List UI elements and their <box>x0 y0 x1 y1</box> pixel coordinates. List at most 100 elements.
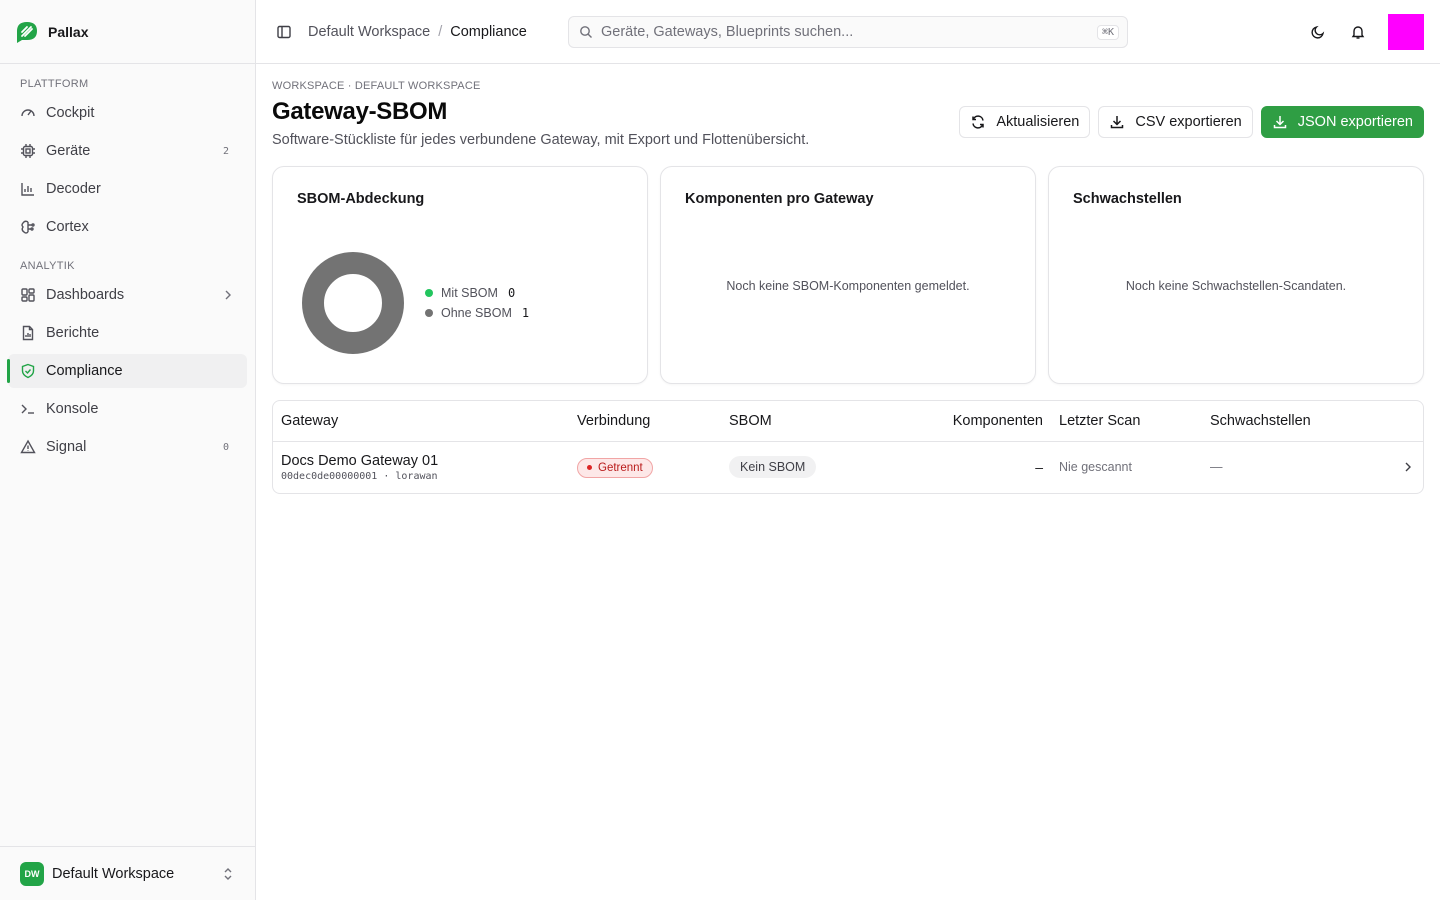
report-icon <box>20 325 36 341</box>
gateway-table: Gateway Verbindung SBOM Komponenten Letz… <box>272 400 1424 494</box>
download-icon <box>1109 114 1125 130</box>
sbom-badge: Kein SBOM <box>729 456 817 479</box>
sidebar: Pallax PLATTFORM Cockpit Geräte 2 Decode… <box>0 0 256 900</box>
cell-sbom: Kein SBOM <box>721 441 861 493</box>
search-icon <box>579 25 593 39</box>
column-header-letzter-scan[interactable]: Letzter Scan <box>1051 401 1202 442</box>
card-title: Schwachstellen <box>1073 191 1182 207</box>
csv-export-button[interactable]: CSV exportieren <box>1098 106 1253 138</box>
sidebar-item-konsole[interactable]: Konsole <box>8 392 247 426</box>
search-shortcut: ⌘K <box>1096 24 1119 40</box>
csv-export-button-label: CSV exportieren <box>1135 114 1242 130</box>
sidebar-item-signal[interactable]: Signal 0 <box>8 430 247 464</box>
sidebar-nav: PLATTFORM Cockpit Geräte 2 Decoder Corte… <box>0 64 255 846</box>
cell-gateway: Docs Demo Gateway 01 00dec0de00000001 · … <box>273 441 569 493</box>
legend-value: 1 <box>521 306 530 320</box>
vulnerabilities-card: Schwachstellen Noch keine Schwachstellen… <box>1048 166 1424 384</box>
column-header-sbom[interactable]: SBOM <box>721 401 861 442</box>
pallax-logo-icon <box>14 19 40 45</box>
layout-icon <box>20 287 36 303</box>
legend-dot-green <box>425 289 433 297</box>
page-content: WORKSPACE · DEFAULT WORKSPACE Gateway-SB… <box>256 64 1440 510</box>
sidebar-item-label: Signal <box>46 439 87 455</box>
refresh-button[interactable]: Aktualisieren <box>959 106 1091 138</box>
sidebar-item-cortex[interactable]: Cortex <box>8 210 247 244</box>
breadcrumb-separator: / <box>438 23 443 40</box>
terminal-icon <box>20 401 36 417</box>
main-area: Default Workspace / Compliance ⌘K <box>256 0 1440 900</box>
cell-row-action <box>1382 441 1423 493</box>
chip-icon <box>20 143 36 159</box>
top-actions <box>1308 14 1424 50</box>
sidebar-toggle-icon[interactable] <box>274 22 294 42</box>
sidebar-item-cockpit[interactable]: Cockpit <box>8 96 247 130</box>
user-avatar[interactable] <box>1388 14 1424 50</box>
coverage-legend: Mit SBOM 0 Ohne SBOM 1 <box>425 286 529 320</box>
donut-segment-ohne-sbom <box>302 252 404 354</box>
nav-group-plattform: PLATTFORM <box>20 78 89 90</box>
column-header-actions <box>1382 401 1423 442</box>
brand[interactable]: Pallax <box>0 0 255 64</box>
sidebar-item-label: Berichte <box>46 325 100 341</box>
cell-last-scan: Nie gescannt <box>1059 460 1132 475</box>
components-card: Komponenten pro Gateway Noch keine SBOM-… <box>660 166 1036 384</box>
topbar: Default Workspace / Compliance ⌘K <box>256 0 1440 64</box>
column-header-verbindung[interactable]: Verbindung <box>569 401 721 442</box>
sbom-coverage-card: SBOM-Abdeckung Mit SBOM 0 Ohne SBOM 1 <box>272 166 648 384</box>
refresh-icon <box>970 114 986 130</box>
sidebar-item-dashboards[interactable]: Dashboards <box>8 278 247 312</box>
table-row[interactable]: Docs Demo Gateway 01 00dec0de00000001 · … <box>273 441 1423 493</box>
page-eyebrow: WORKSPACE · DEFAULT WORKSPACE <box>272 80 481 92</box>
page-title: Gateway-SBOM <box>272 98 448 125</box>
page-header: Gateway-SBOM Software-Stückliste für jed… <box>272 98 1424 148</box>
download-icon <box>1272 114 1288 130</box>
count-badge: 2 <box>222 145 229 157</box>
page-actions: Aktualisieren CSV exportieren JSON expor… <box>959 106 1424 138</box>
bell-icon[interactable] <box>1348 22 1368 42</box>
workspace-name: Default Workspace <box>52 865 175 882</box>
chevron-right-icon <box>221 288 235 302</box>
card-title: SBOM-Abdeckung <box>297 191 425 207</box>
coverage-donut <box>302 252 404 354</box>
workspace-switcher[interactable]: DW Default Workspace <box>0 846 255 900</box>
status-badge-label: Getrennt <box>598 461 643 474</box>
search-input[interactable] <box>601 24 1089 40</box>
summary-cards: SBOM-Abdeckung Mit SBOM 0 Ohne SBOM 1 Ko… <box>272 166 1424 384</box>
sidebar-item-geraete[interactable]: Geräte 2 <box>8 134 247 168</box>
cell-vulnerabilities: — <box>1210 460 1223 475</box>
empty-message: Noch keine SBOM-Komponenten gemeldet. <box>726 279 970 293</box>
chevrons-up-down-icon <box>221 867 235 881</box>
column-header-gateway[interactable]: Gateway <box>273 401 569 442</box>
sidebar-item-label: Cortex <box>46 219 89 235</box>
brand-name: Pallax <box>48 23 89 40</box>
legend-dot-gray <box>425 309 433 317</box>
json-export-button[interactable]: JSON exportieren <box>1260 106 1424 138</box>
gateway-meta: 00dec0de00000001 · lorawan <box>281 470 438 482</box>
table-header-row: Gateway Verbindung SBOM Komponenten Letz… <box>273 401 1423 442</box>
sidebar-item-compliance[interactable]: Compliance <box>7 354 247 388</box>
column-header-schwachstellen[interactable]: Schwachstellen <box>1202 401 1382 442</box>
cell-components: – <box>1035 459 1043 476</box>
sidebar-item-label: Konsole <box>46 401 99 417</box>
coverage-chart: Mit SBOM 0 Ohne SBOM 1 <box>301 251 529 355</box>
legend-label: Mit SBOM <box>441 286 498 300</box>
workspace-avatar: DW <box>20 861 44 886</box>
breadcrumb-workspace[interactable]: Default Workspace <box>308 24 430 40</box>
sidebar-item-berichte[interactable]: Berichte <box>8 316 247 350</box>
sidebar-item-label: Compliance <box>46 363 123 379</box>
status-badge: Getrennt <box>577 457 653 478</box>
nav-group-analytik: ANALYTIK <box>20 260 75 272</box>
status-dot <box>587 465 592 470</box>
sidebar-item-label: Decoder <box>46 181 101 197</box>
chevron-right-icon[interactable] <box>1390 460 1415 474</box>
moon-icon[interactable] <box>1308 22 1328 42</box>
sidebar-item-label: Dashboards <box>46 287 125 303</box>
json-export-button-label: JSON exportieren <box>1297 114 1413 130</box>
sidebar-item-decoder[interactable]: Decoder <box>8 172 247 206</box>
global-search[interactable]: ⌘K <box>568 16 1128 48</box>
page-subtitle: Software-Stückliste für jedes verbundene… <box>272 132 810 148</box>
cell-connection: Getrennt <box>569 441 721 493</box>
shield-check-icon <box>20 363 36 379</box>
column-header-komponenten[interactable]: Komponenten <box>861 401 1051 442</box>
empty-message: Noch keine Schwachstellen-Scandaten. <box>1125 279 1347 293</box>
